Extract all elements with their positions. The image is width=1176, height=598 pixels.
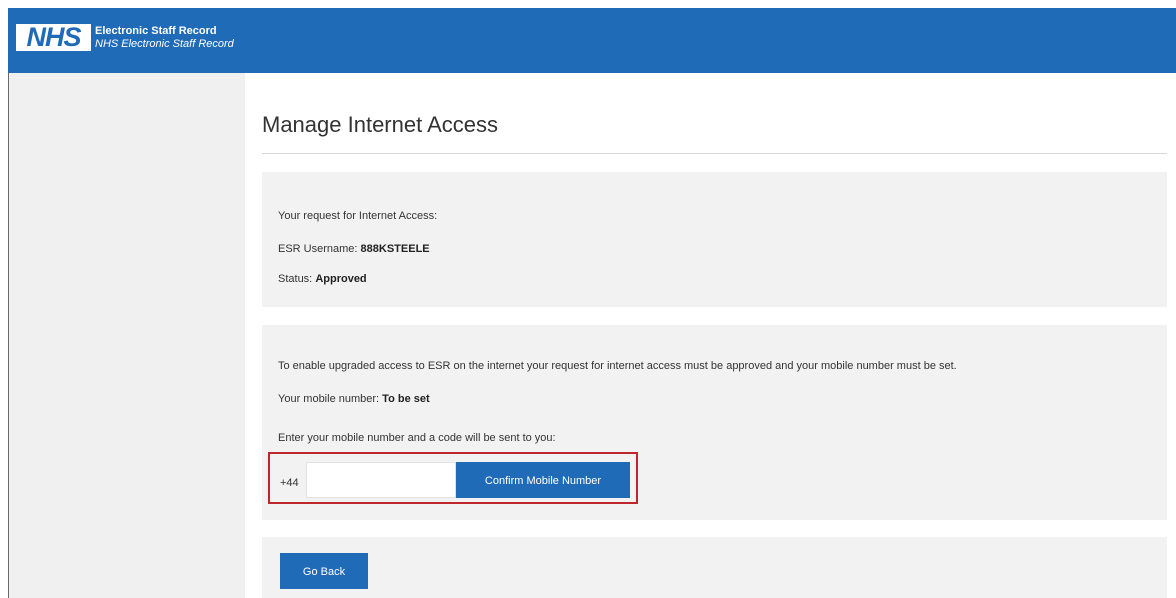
mobile-number-label: Your mobile number: [278, 393, 380, 405]
username-value: 888KSTEELE [360, 243, 430, 255]
request-panel [262, 172, 1167, 307]
brand-title: Electronic Staff Record [95, 25, 217, 37]
username-row: ESR Username: 888KSTEELE [278, 243, 430, 255]
top-header-bar: NHS Electronic Staff Record NHS Electron… [8, 8, 1176, 73]
left-sidebar [9, 73, 245, 598]
username-label: ESR Username: [278, 243, 358, 255]
mobile-number-row: Your mobile number: To be set [278, 393, 430, 405]
status-label: Status: [278, 273, 313, 285]
request-intro: Your request for Internet Access: [278, 210, 438, 222]
go-back-button[interactable]: Go Back [280, 553, 368, 589]
status-row: Status: Approved [278, 273, 367, 285]
mobile-info-text: To enable upgraded access to ESR on the … [278, 360, 957, 372]
page-title: Manage Internet Access [262, 112, 499, 137]
mobile-number-value: To be set [382, 393, 430, 405]
status-value: Approved [315, 273, 367, 285]
confirm-mobile-number-button[interactable]: Confirm Mobile Number [456, 462, 630, 498]
title-divider [262, 153, 1167, 154]
back-panel [262, 537, 1167, 598]
mobile-number-input[interactable] [306, 462, 456, 498]
mobile-instruction: Enter your mobile number and a code will… [278, 432, 556, 444]
nhs-logo: NHS [16, 24, 91, 51]
brand-subtitle: NHS Electronic Staff Record [95, 38, 234, 50]
country-code-prefix: +44 [280, 477, 299, 489]
